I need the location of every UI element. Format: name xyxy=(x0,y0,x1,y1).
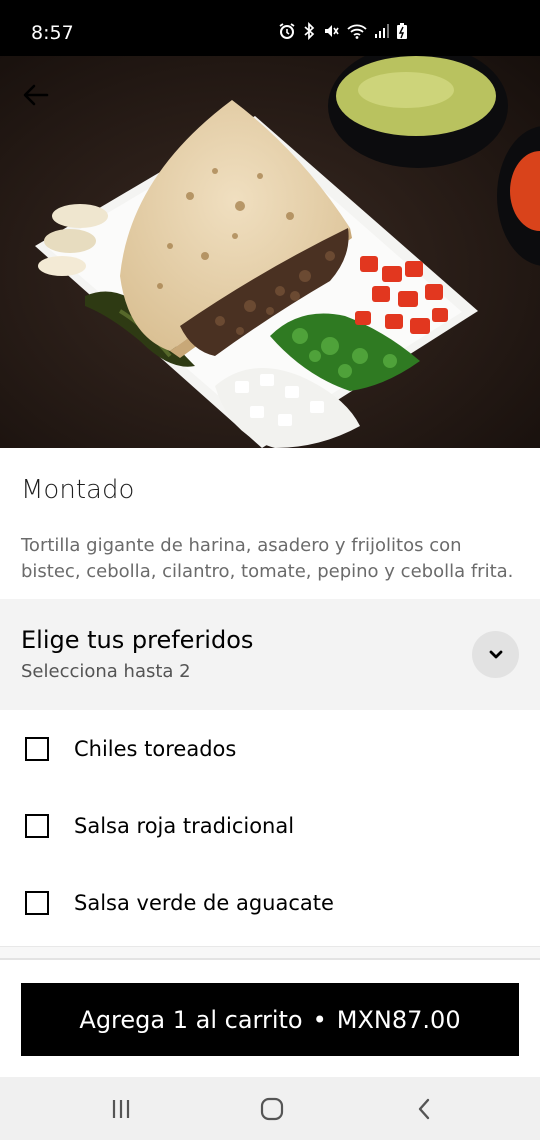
option-row[interactable]: Salsa roja tradicional xyxy=(0,787,540,864)
status-icons xyxy=(278,22,408,40)
option-row[interactable]: Salsa verde de aguacate xyxy=(0,864,540,941)
nav-back-button[interactable] xyxy=(410,1095,438,1123)
cart-separator: • xyxy=(312,1005,327,1034)
options-title: Elige tus preferidos xyxy=(21,626,254,654)
option-row[interactable]: Chiles toreados xyxy=(0,710,540,787)
chevron-down-icon xyxy=(489,650,502,658)
status-time: 8:57 xyxy=(31,22,74,44)
back-button[interactable] xyxy=(16,75,56,115)
alarm-icon xyxy=(279,23,295,39)
home-button[interactable] xyxy=(258,1095,286,1123)
options-subtitle: Selecciona hasta 2 xyxy=(21,661,191,682)
option-label: Salsa roja tradicional xyxy=(74,813,295,838)
option-label: Salsa verde de aguacate xyxy=(74,890,334,915)
collapse-button[interactable] xyxy=(472,631,519,678)
checkbox[interactable] xyxy=(25,736,49,761)
options-section-header: Elige tus preferidos Selecciona hasta 2 xyxy=(0,599,540,710)
wifi-icon xyxy=(347,24,367,39)
cart-label: Agrega 1 al carrito xyxy=(79,1005,303,1034)
add-to-cart-button[interactable]: Agrega 1 al carrito • MXN87.00 xyxy=(21,983,519,1056)
home-icon xyxy=(260,1097,284,1121)
back-icon xyxy=(418,1098,430,1120)
arrow-left-icon xyxy=(23,84,49,106)
recents-icon xyxy=(112,1100,130,1118)
checkbox[interactable] xyxy=(25,813,49,838)
item-title: Montado xyxy=(21,475,135,505)
navigation-bar xyxy=(0,1077,540,1140)
recents-button[interactable] xyxy=(107,1095,135,1123)
cart-price: MXN87.00 xyxy=(336,1005,461,1034)
item-description: Tortilla gigante de harina, asadero y fr… xyxy=(21,535,514,582)
status-bar: 8:57 xyxy=(0,0,540,56)
bluetooth-icon xyxy=(304,22,315,40)
divider xyxy=(0,946,540,960)
option-label: Chiles toreados xyxy=(74,736,237,761)
food-image xyxy=(0,56,540,448)
battery-icon xyxy=(397,23,407,39)
mute-icon xyxy=(325,25,339,37)
checkbox[interactable] xyxy=(25,890,49,915)
signal-icon xyxy=(375,24,389,38)
